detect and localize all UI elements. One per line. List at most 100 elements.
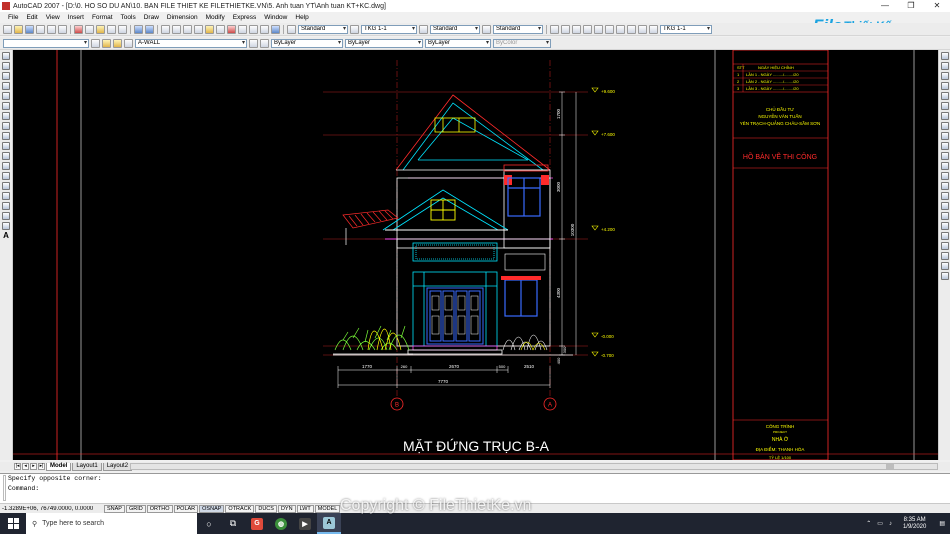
network-icon[interactable]: ▭	[874, 520, 886, 527]
dim-style-dropdown[interactable]: TKG 1-1	[361, 24, 417, 34]
maximize-button[interactable]: ❐	[898, 0, 924, 12]
cortana-icon[interactable]: ○	[197, 513, 221, 534]
cut-icon[interactable]	[74, 24, 83, 34]
hatch-icon[interactable]	[2, 192, 10, 200]
quadrant-tool-icon[interactable]	[605, 24, 614, 34]
ellipse-icon[interactable]	[2, 142, 10, 150]
mirror-icon[interactable]	[940, 72, 949, 80]
make-block-icon[interactable]	[2, 172, 10, 180]
command-scrollbar[interactable]	[3, 475, 6, 501]
make-current-layer-icon[interactable]	[249, 38, 258, 48]
menu-draw[interactable]: Draw	[140, 14, 163, 21]
workspace-settings-icon[interactable]	[91, 38, 100, 48]
tab-layout1[interactable]: Layout1	[72, 462, 102, 471]
browser-taskbar-icon[interactable]: ◍	[269, 513, 293, 534]
edit-polyline-icon[interactable]	[940, 252, 949, 260]
pan-icon[interactable]	[161, 24, 170, 34]
prev-tab-icon[interactable]: ◂	[22, 463, 29, 470]
start-button[interactable]	[0, 513, 26, 534]
rectangle-icon[interactable]	[2, 92, 10, 100]
menu-dimension[interactable]: Dimension	[163, 14, 202, 21]
lineweight-dropdown[interactable]: ByLayer	[425, 38, 491, 48]
menu-help[interactable]: Help	[291, 14, 312, 21]
multiline-text-icon[interactable]: A	[2, 232, 10, 240]
tray-chevron-icon[interactable]: ⌃	[863, 520, 874, 527]
design-center-icon[interactable]	[216, 24, 225, 34]
match-properties-icon[interactable]	[107, 24, 116, 34]
osnap-toggle[interactable]: OSNAP	[199, 504, 225, 513]
publish-icon[interactable]	[58, 24, 67, 34]
copy-icon[interactable]	[85, 24, 94, 34]
otrack-toggle[interactable]: OTRACK	[225, 504, 255, 513]
workspace-dropdown[interactable]	[3, 38, 89, 48]
undo-icon[interactable]	[134, 24, 143, 34]
menu-file[interactable]: File	[4, 14, 22, 21]
markup-icon[interactable]	[249, 24, 258, 34]
scroll-thumb[interactable]	[886, 464, 894, 469]
save-icon[interactable]	[25, 24, 34, 34]
midpoint-tool-icon[interactable]	[572, 24, 581, 34]
plot-preview-icon[interactable]	[47, 24, 56, 34]
table-style-icon[interactable]	[419, 24, 428, 34]
nearest-tool-icon[interactable]	[638, 24, 647, 34]
break-icon[interactable]	[940, 172, 949, 180]
grid-toggle[interactable]: GRID	[125, 504, 146, 513]
color-dropdown[interactable]: ByLayer	[271, 38, 343, 48]
ortho-toggle[interactable]: ORTHO	[146, 504, 173, 513]
multileader-style-icon[interactable]	[482, 24, 491, 34]
offset-icon[interactable]	[940, 82, 949, 90]
polygon-icon[interactable]	[2, 82, 10, 90]
task-view-icon[interactable]: ⧉	[221, 513, 245, 534]
snap-toggle[interactable]: SNAP	[104, 504, 125, 513]
plot-icon[interactable]	[36, 24, 45, 34]
menu-express[interactable]: Express	[229, 14, 260, 21]
layer-state-icon[interactable]	[113, 38, 122, 48]
edit-spline-icon[interactable]	[940, 262, 949, 270]
move-icon[interactable]	[940, 102, 949, 110]
next-tab-icon[interactable]: ▸	[30, 463, 37, 470]
properties-icon[interactable]	[205, 24, 214, 34]
model-toggle[interactable]: MODEL	[314, 504, 341, 513]
dyn-toggle[interactable]: DYN	[277, 504, 296, 513]
notification-icon[interactable]: ▤	[934, 520, 950, 527]
dim-style-icon[interactable]	[350, 24, 359, 34]
edit-text-icon[interactable]	[940, 232, 949, 240]
tool-palettes-icon[interactable]	[227, 24, 236, 34]
circle-icon[interactable]	[2, 112, 10, 120]
break-at-point-icon[interactable]	[940, 162, 949, 170]
open-file-icon[interactable]	[14, 24, 23, 34]
media-taskbar-icon[interactable]: ▶	[293, 513, 317, 534]
revision-cloud-icon[interactable]	[2, 122, 10, 130]
tangent-tool-icon[interactable]	[616, 24, 625, 34]
menu-view[interactable]: View	[42, 14, 64, 21]
layer-dropdown[interactable]: A-WALL	[135, 38, 247, 48]
spline-icon[interactable]	[2, 132, 10, 140]
rotate-icon[interactable]	[940, 112, 949, 120]
text-style-dropdown[interactable]: Standard	[298, 24, 348, 34]
horizontal-scrollbar[interactable]	[130, 463, 938, 470]
text-style-icon[interactable]	[287, 24, 296, 34]
menu-tools[interactable]: Tools	[117, 14, 140, 21]
table-style-dropdown[interactable]: Standard	[430, 24, 480, 34]
trim-icon[interactable]	[940, 142, 949, 150]
volume-icon[interactable]: ♪	[886, 521, 895, 527]
osnap-settings-icon[interactable]	[649, 24, 658, 34]
zoom-window-icon[interactable]	[183, 24, 192, 34]
menu-insert[interactable]: Insert	[64, 14, 88, 21]
calculator-icon[interactable]	[260, 24, 269, 34]
autocad-taskbar-icon[interactable]: A	[317, 513, 341, 534]
last-tab-icon[interactable]: ▸|	[38, 463, 45, 470]
layer-translate-icon[interactable]	[260, 38, 269, 48]
redo-icon[interactable]	[145, 24, 154, 34]
linetype-dropdown[interactable]: ByLayer	[345, 38, 423, 48]
perpendicular-tool-icon[interactable]	[627, 24, 636, 34]
edit-hatch-icon[interactable]	[940, 242, 949, 250]
paste-icon[interactable]	[96, 24, 105, 34]
edit-attribute-icon[interactable]	[940, 272, 949, 280]
layer-properties-icon[interactable]	[102, 38, 111, 48]
copy-object-icon[interactable]	[940, 62, 949, 70]
lwt-toggle[interactable]: LWT	[296, 504, 314, 513]
tab-layout2[interactable]: Layout2	[102, 462, 133, 471]
erase-icon[interactable]	[940, 52, 949, 60]
table-icon[interactable]	[2, 222, 10, 230]
